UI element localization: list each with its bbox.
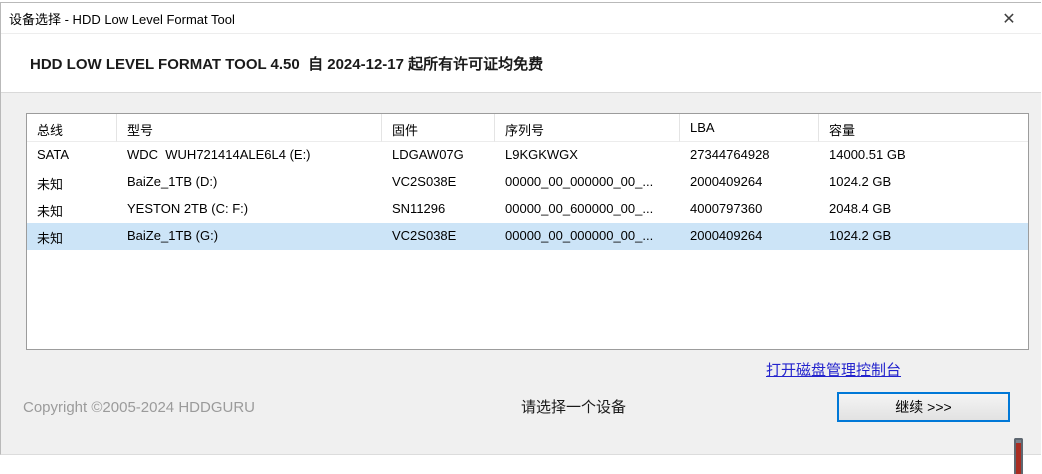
screen: 设备选择 - HDD Low Level Format Tool ✕ HDD L… bbox=[0, 0, 1042, 474]
cell-lba: 2000409264 bbox=[680, 169, 819, 196]
table-row-selected[interactable]: 未知 BaiZe_1TB (G:) VC2S038E 00000_00_0000… bbox=[27, 223, 1028, 250]
cell-lba: 27344764928 bbox=[680, 142, 819, 169]
device-table: 总线 型号 固件 序列号 LBA 容量 SATA WDC WUH721414AL… bbox=[26, 113, 1029, 350]
cell-firmware: SN11296 bbox=[382, 196, 495, 223]
close-icon[interactable]: ✕ bbox=[998, 8, 1020, 30]
device-table-header: 总线 型号 固件 序列号 LBA 容量 bbox=[27, 114, 1028, 142]
cell-firmware: VC2S038E bbox=[382, 169, 495, 196]
cell-serial: 00000_00_000000_00_... bbox=[495, 169, 680, 196]
red-progress-marker bbox=[1014, 438, 1023, 474]
cell-firmware: LDGAW07G bbox=[382, 142, 495, 169]
cell-serial: 00000_00_000000_00_... bbox=[495, 223, 680, 250]
column-header-capacity[interactable]: 容量 bbox=[819, 114, 1028, 142]
table-row[interactable]: SATA WDC WUH721414ALE6L4 (E:) LDGAW07G L… bbox=[27, 142, 1028, 169]
cell-capacity: 14000.51 GB bbox=[819, 142, 1028, 169]
cell-bus: 未知 bbox=[27, 196, 117, 223]
select-device-hint: 请选择一个设备 bbox=[521, 396, 626, 417]
cell-lba: 4000797360 bbox=[680, 196, 819, 223]
cell-bus: SATA bbox=[27, 142, 117, 169]
cell-model: WDC WUH721414ALE6L4 (E:) bbox=[117, 142, 382, 169]
cell-capacity: 2048.4 GB bbox=[819, 196, 1028, 223]
cell-model: YESTON 2TB (C: F:) bbox=[117, 196, 382, 223]
title-bar: 设备选择 - HDD Low Level Format Tool bbox=[1, 3, 1041, 34]
cell-model: BaiZe_1TB (G:) bbox=[117, 223, 382, 250]
cell-capacity: 1024.2 GB bbox=[819, 223, 1028, 250]
copyright-text: Copyright ©2005-2024 HDDGURU bbox=[23, 399, 255, 416]
table-row[interactable]: 未知 BaiZe_1TB (D:) VC2S038E 00000_00_0000… bbox=[27, 169, 1028, 196]
table-row[interactable]: 未知 YESTON 2TB (C: F:) SN11296 00000_00_6… bbox=[27, 196, 1028, 223]
license-banner-text: HDD LOW LEVEL FORMAT TOOL 4.50 自 2024-12… bbox=[1, 53, 543, 74]
cell-serial: L9KGKWGX bbox=[495, 142, 680, 169]
cell-bus: 未知 bbox=[27, 169, 117, 196]
window-title: 设备选择 - HDD Low Level Format Tool bbox=[1, 9, 235, 28]
column-header-firmware[interactable]: 固件 bbox=[382, 114, 495, 142]
cell-capacity: 1024.2 GB bbox=[819, 169, 1028, 196]
open-disk-management-link[interactable]: 打开磁盘管理控制台 bbox=[766, 359, 901, 380]
column-header-bus[interactable]: 总线 bbox=[27, 114, 117, 142]
cell-firmware: VC2S038E bbox=[382, 223, 495, 250]
cell-serial: 00000_00_600000_00_... bbox=[495, 196, 680, 223]
continue-button[interactable]: 继续 >>> bbox=[837, 392, 1010, 422]
column-header-lba[interactable]: LBA bbox=[680, 114, 819, 142]
device-selection-dialog: 设备选择 - HDD Low Level Format Tool ✕ HDD L… bbox=[0, 2, 1041, 455]
cell-lba: 2000409264 bbox=[680, 223, 819, 250]
column-header-serial[interactable]: 序列号 bbox=[495, 114, 680, 142]
cell-model: BaiZe_1TB (D:) bbox=[117, 169, 382, 196]
column-header-model[interactable]: 型号 bbox=[117, 114, 382, 142]
cell-bus: 未知 bbox=[27, 223, 117, 250]
license-banner: HDD LOW LEVEL FORMAT TOOL 4.50 自 2024-12… bbox=[1, 34, 1041, 93]
